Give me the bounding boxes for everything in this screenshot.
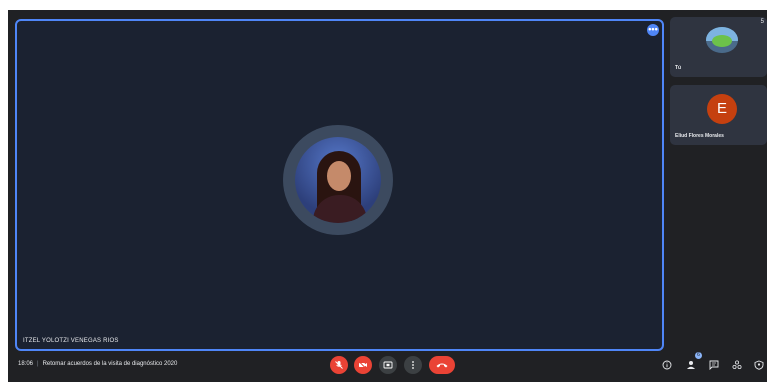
mic-off-icon — [335, 361, 343, 369]
meet-window: ••• ITZEL YOLOTZI VENEGAS RIOS 5 Tú E El… — [8, 10, 767, 382]
stage-participant-name: ITZEL YOLOTZI VENEGAS RIOS — [23, 338, 119, 344]
participant-avatar-ring — [283, 125, 393, 235]
participant-letter-avatar: E — [707, 94, 737, 124]
activities-icon — [732, 360, 742, 370]
leave-call-button[interactable] — [429, 356, 455, 374]
chat-button[interactable] — [708, 360, 720, 373]
people-icon — [687, 361, 695, 369]
mic-off-button[interactable] — [330, 356, 348, 374]
self-tile-label: Tú — [675, 65, 682, 71]
pin-badge-icon[interactable]: ••• — [647, 24, 659, 36]
camera-off-button[interactable] — [354, 356, 372, 374]
activities-button[interactable] — [731, 360, 743, 373]
more-options-button[interactable] — [404, 356, 422, 374]
chat-icon — [709, 360, 719, 371]
meeting-time: 18:06 — [18, 361, 34, 367]
participant-avatar-photo — [295, 137, 381, 223]
more-vert-icon — [412, 361, 414, 369]
participant-tile-label: Eliud Flores Morales — [675, 133, 724, 139]
host-controls-button[interactable] — [753, 360, 765, 373]
main-video-stage[interactable]: ••• ITZEL YOLOTZI VENEGAS RIOS — [15, 19, 664, 351]
self-tile-corner: 5 — [760, 19, 764, 25]
host-controls-icon — [754, 360, 764, 370]
self-avatar-logo — [706, 27, 738, 53]
present-screen-icon — [383, 361, 393, 369]
meeting-separator: | — [37, 361, 39, 367]
info-button[interactable] — [661, 360, 673, 373]
present-button[interactable] — [379, 356, 397, 374]
info-icon — [662, 360, 672, 370]
participant-tile[interactable]: E Eliud Flores Morales — [670, 85, 767, 145]
camera-off-icon — [358, 361, 367, 370]
self-tile[interactable]: 5 Tú — [670, 17, 767, 77]
call-end-icon — [436, 363, 448, 368]
people-count-badge: 6 — [695, 352, 702, 359]
meeting-info: 18:06 | Retomar acuerdos de la visita de d… — [18, 361, 177, 367]
meeting-title: Retomar acuerdos de la visita de diagnós… — [42, 361, 178, 367]
people-button[interactable] — [685, 360, 697, 373]
